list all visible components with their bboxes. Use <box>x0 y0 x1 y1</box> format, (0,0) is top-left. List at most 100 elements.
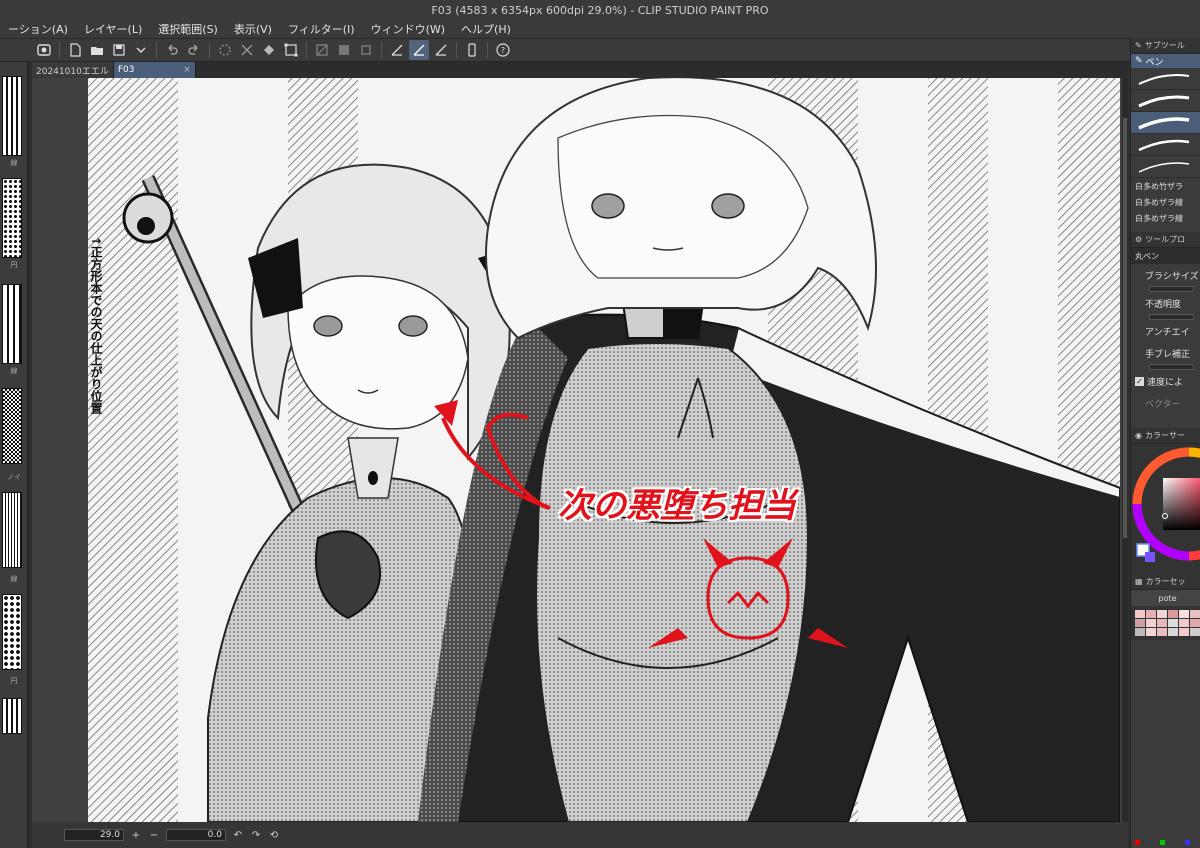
window-title: F03 (4583 x 6354px 600dpi 29.0%) - CLIP … <box>431 3 769 17</box>
close-icon[interactable]: × <box>183 65 191 75</box>
color-swatch[interactable] <box>1135 619 1145 627</box>
open-folder-icon[interactable] <box>87 40 107 60</box>
annotation-text: 次の悪堕ち担当 <box>558 486 796 526</box>
hide-selection-icon[interactable] <box>312 40 332 60</box>
new-file-icon[interactable] <box>65 40 85 60</box>
save-icon[interactable] <box>109 40 129 60</box>
special-ruler-snap-icon[interactable] <box>409 40 429 60</box>
checkbox-icon[interactable]: ✓ <box>1135 376 1144 386</box>
reset-rotation-icon[interactable]: ⟲ <box>268 829 280 841</box>
color-swatch[interactable] <box>1146 610 1156 618</box>
rotation-field[interactable]: 0.0 <box>166 829 226 841</box>
undo-icon[interactable] <box>162 40 182 60</box>
navigator-bar: 29.0 + − 0.0 ↶ ↷ ⟲ <box>32 822 1128 848</box>
tone-swatch-lines[interactable] <box>2 284 22 364</box>
sub-tool-tab-pen[interactable]: ✎ ペン <box>1131 54 1200 68</box>
color-swatch[interactable] <box>1157 628 1167 636</box>
color-swatch[interactable] <box>1146 619 1156 627</box>
menu-animation[interactable]: ーション(A) <box>0 21 76 37</box>
brush-preset[interactable] <box>1131 90 1200 112</box>
vertical-scrollbar[interactable] <box>1122 78 1128 822</box>
color-swatch[interactable] <box>1190 619 1200 627</box>
color-swatch[interactable] <box>1168 610 1178 618</box>
redo-icon[interactable] <box>184 40 204 60</box>
color-swatch[interactable] <box>1179 619 1189 627</box>
brush-preset-name[interactable]: 白多めザラ線 <box>1131 194 1200 210</box>
zoom-in-icon[interactable]: + <box>130 829 142 841</box>
panel-title: ツールプロ <box>1145 235 1186 244</box>
brush-preset-name[interactable]: 白多めザラ線 <box>1131 210 1200 226</box>
color-swatch[interactable] <box>1179 610 1189 618</box>
canvas-area[interactable]: ↑正方形本での天の仕上がり位置 次の悪堕ち担当 <box>32 78 1128 822</box>
tone-swatch-noise[interactable] <box>2 388 22 464</box>
menu-layer[interactable]: レイヤー(L) <box>76 21 150 37</box>
color-swatch[interactable] <box>1135 610 1145 618</box>
document-tabs: 20241010エエル F03 × <box>32 62 1128 78</box>
command-bar: ? <box>0 38 1200 62</box>
fill-icon[interactable] <box>259 40 279 60</box>
clear-icon[interactable] <box>237 40 257 60</box>
color-wheel[interactable] <box>1131 444 1200 574</box>
ruler-snap-icon[interactable] <box>387 40 407 60</box>
tone-swatch-dots[interactable] <box>2 178 22 258</box>
zoom-out-icon[interactable]: − <box>148 829 160 841</box>
brush-preset[interactable] <box>1131 68 1200 90</box>
rotate-right-icon[interactable]: ↷ <box>250 829 262 841</box>
tone-swatch-thin-lines[interactable] <box>2 492 22 568</box>
loading-icon[interactable] <box>215 40 235 60</box>
speed-checkbox[interactable]: ✓ 速度によ <box>1131 370 1200 392</box>
tab-document-f03[interactable]: F03 × <box>113 62 196 78</box>
square-icon[interactable] <box>356 40 376 60</box>
color-swatch[interactable] <box>1157 619 1167 627</box>
color-swatch[interactable] <box>1168 619 1178 627</box>
help-icon[interactable]: ? <box>493 40 513 60</box>
menu-window[interactable]: ウィンドウ(W) <box>363 21 453 37</box>
color-swatch[interactable] <box>1190 610 1200 618</box>
menu-filter[interactable]: フィルター(I) <box>280 21 363 37</box>
wrench-icon: ⚙ <box>1135 235 1143 244</box>
rotate-left-icon[interactable]: ↶ <box>232 829 244 841</box>
speed-label: 速度によ <box>1147 377 1184 388</box>
color-swatch[interactable] <box>1146 628 1156 636</box>
sub-tool-header: ✎ サブツール <box>1131 38 1200 54</box>
blue-channel-icon <box>1185 839 1190 845</box>
panel-title: サブツール <box>1144 41 1185 50</box>
invert-selection-icon[interactable] <box>334 40 354 60</box>
manga-page[interactable]: ↑正方形本での天の仕上がり位置 次の悪堕ち担当 <box>88 78 1120 822</box>
chevron-down-icon[interactable] <box>131 40 151 60</box>
app-window: F03 (4583 x 6354px 600dpi 29.0%) - CLIP … <box>0 0 1200 848</box>
menu-help[interactable]: ヘルプ(H) <box>453 21 519 37</box>
zoom-field[interactable]: 29.0 <box>64 829 124 841</box>
tool-property-header: ⚙ ツールプロ <box>1131 232 1200 248</box>
svg-text:?: ? <box>501 46 505 55</box>
color-swatch[interactable] <box>1179 628 1189 636</box>
color-circle-header: ◉ カラーサー <box>1131 428 1200 444</box>
color-swatch[interactable] <box>1135 628 1145 636</box>
scrollbar-thumb[interactable] <box>1123 118 1127 538</box>
grid-snap-icon[interactable] <box>431 40 451 60</box>
clip-studio-icon[interactable] <box>34 40 54 60</box>
palette-name[interactable]: pote <box>1131 590 1200 606</box>
transform-icon[interactable] <box>281 40 301 60</box>
tone-label: 円 <box>10 677 18 685</box>
antialias-label: アンチエイ <box>1145 327 1190 338</box>
color-swatch[interactable] <box>1168 628 1178 636</box>
menu-selection[interactable]: 選択範囲(S) <box>150 21 226 37</box>
tone-swatch-large-dots[interactable] <box>2 594 22 670</box>
tone-swatch-stripes[interactable] <box>2 698 22 734</box>
brush-preset[interactable] <box>1131 134 1200 156</box>
tone-swatch-stripes[interactable] <box>2 76 22 156</box>
separator <box>456 42 457 58</box>
color-swatch[interactable] <box>1190 628 1200 636</box>
tab-label: ペン <box>1145 57 1164 68</box>
brush-preset-name[interactable]: 白多め竹ザラ <box>1131 178 1200 194</box>
color-icon: ◉ <box>1135 431 1142 440</box>
brush-preset-selected[interactable] <box>1131 112 1200 134</box>
color-swatch[interactable] <box>1157 610 1167 618</box>
smartphone-icon[interactable] <box>462 40 482 60</box>
brush-preset[interactable] <box>1131 156 1200 178</box>
tab-document-1[interactable]: 20241010エエル <box>32 62 114 78</box>
tone-label: 円 <box>10 261 18 269</box>
illustration <box>88 78 1120 822</box>
menu-view[interactable]: 表示(V) <box>226 21 280 37</box>
